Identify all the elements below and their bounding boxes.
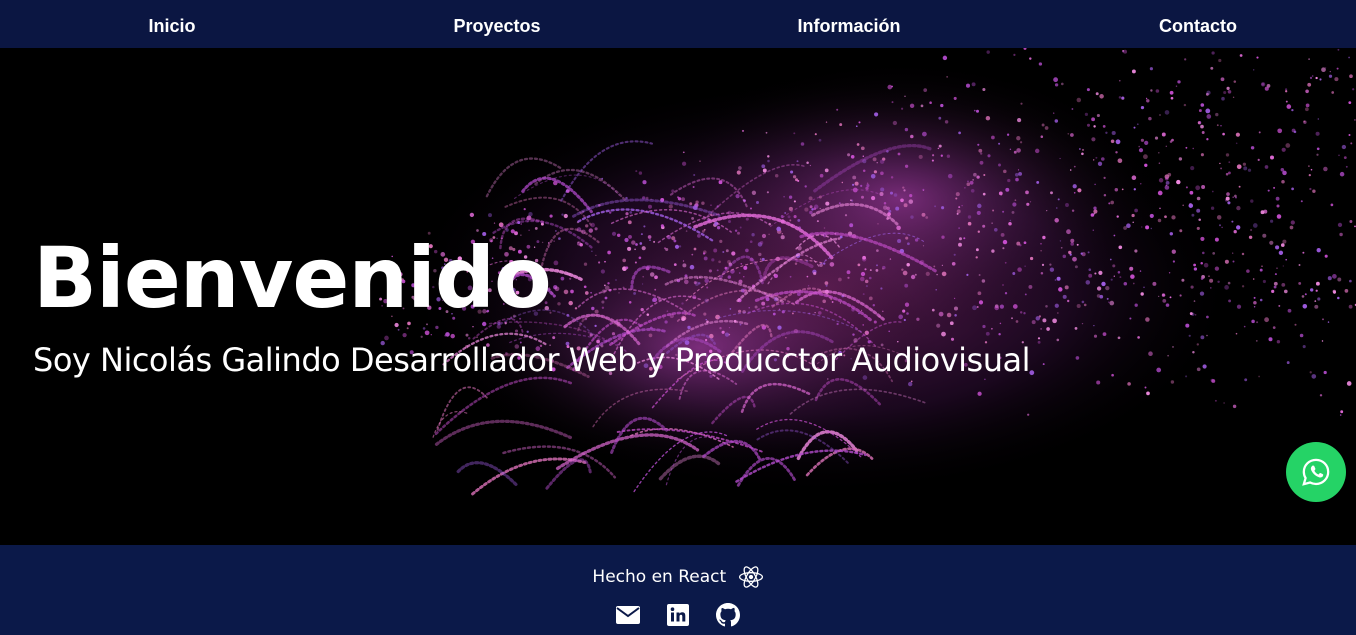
- nav-link-informacion[interactable]: Información: [797, 0, 900, 48]
- whatsapp-icon: [1302, 458, 1330, 486]
- hero-subtitle: Soy Nicolás Galindo Desarrollador Web y …: [33, 341, 1031, 379]
- footer: Hecho en React: [0, 545, 1356, 635]
- top-navbar: Inicio Proyectos Información Contacto: [0, 0, 1356, 48]
- made-with-label: Hecho en React: [592, 567, 727, 587]
- nav-link-proyectos[interactable]: Proyectos: [453, 0, 540, 48]
- github-icon: [716, 603, 740, 627]
- envelope-icon: [616, 606, 640, 624]
- email-link[interactable]: [615, 602, 641, 628]
- nav-link-contacto[interactable]: Contacto: [1159, 0, 1237, 48]
- nav-link-inicio[interactable]: Inicio: [148, 0, 195, 48]
- linkedin-link[interactable]: [665, 602, 691, 628]
- social-links: [0, 602, 1356, 628]
- whatsapp-button[interactable]: [1286, 442, 1346, 502]
- linkedin-icon: [667, 604, 689, 626]
- footer-made-with: Hecho en React: [0, 565, 1356, 589]
- github-link[interactable]: [715, 602, 741, 628]
- hero-title: Bienvenido: [33, 229, 552, 327]
- react-icon: [738, 566, 763, 588]
- hero-section: Bienvenido Soy Nicolás Galindo Desarroll…: [0, 48, 1356, 545]
